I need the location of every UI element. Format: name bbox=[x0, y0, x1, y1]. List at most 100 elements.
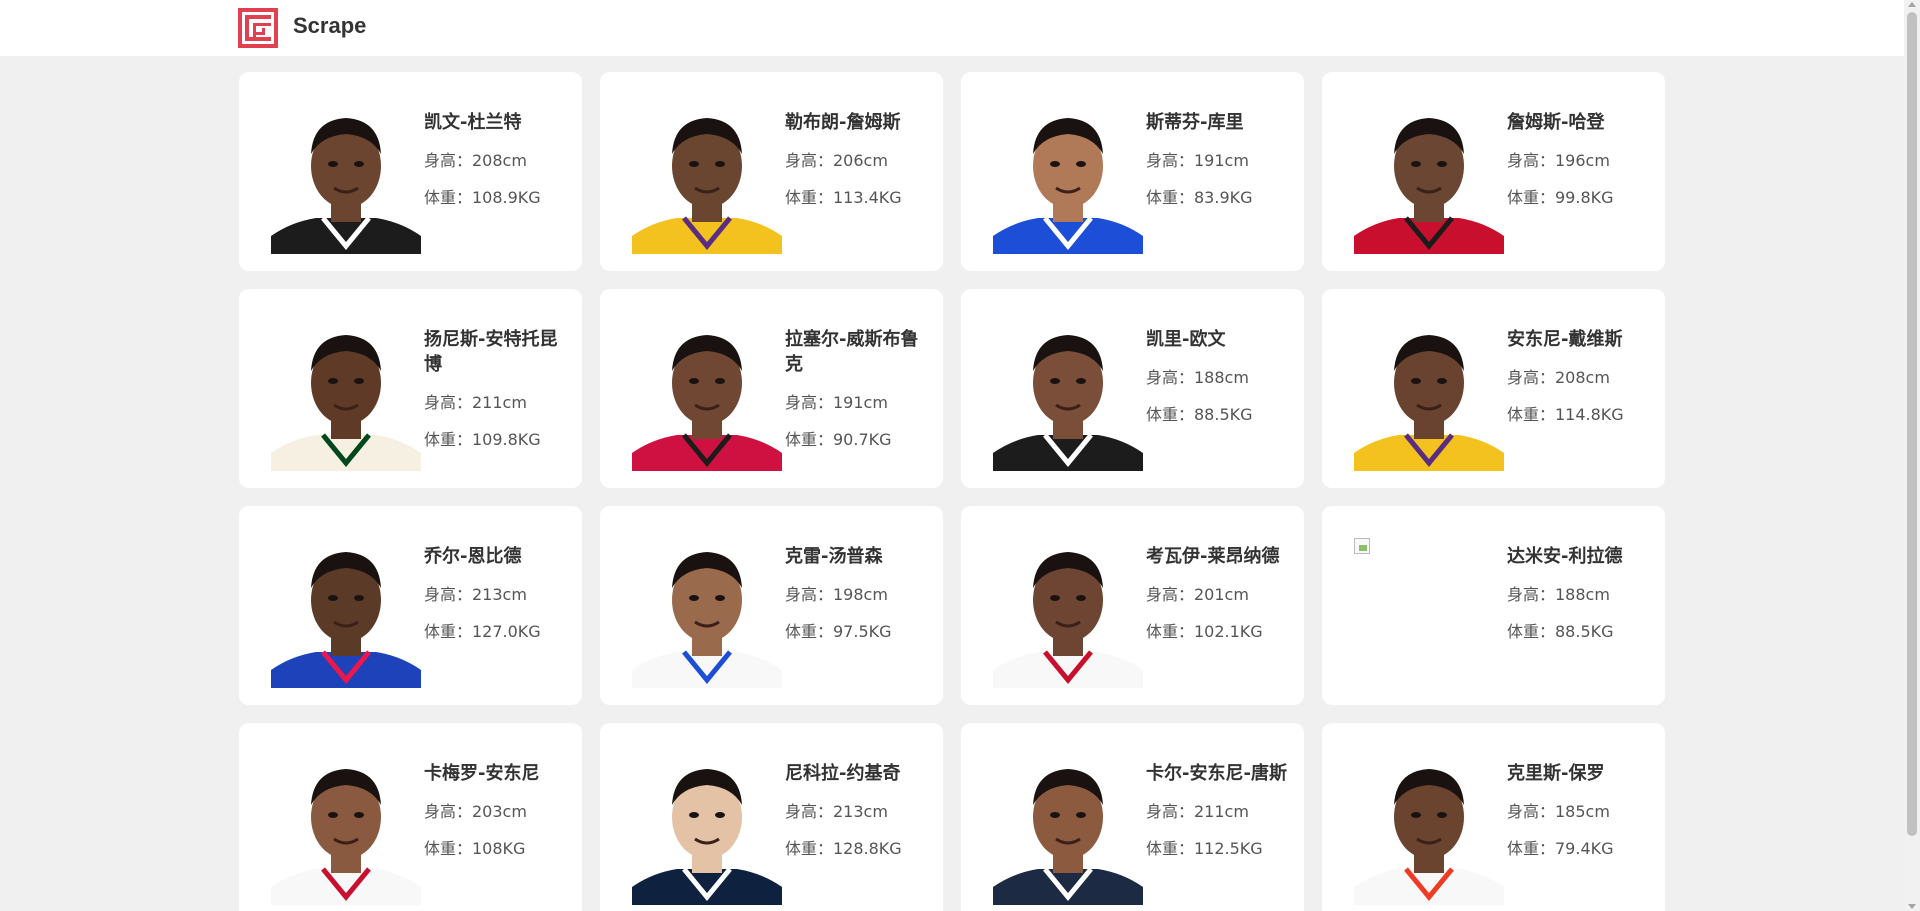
player-height: 身高：188cm bbox=[1507, 585, 1610, 604]
player-name[interactable]: 考瓦伊-莱昂纳德 bbox=[1146, 544, 1291, 569]
player-card[interactable]: 卡梅罗-安东尼身高：203cm 体重：108KG bbox=[239, 723, 582, 911]
player-height: 身高：213cm bbox=[424, 585, 527, 604]
player-weight: 体重：128.8KG bbox=[785, 839, 902, 858]
player-info: 凯文-杜兰特 身高：208cm 体重：108.9KG bbox=[424, 110, 569, 208]
player-name[interactable]: 凯里-欧文 bbox=[1146, 327, 1291, 352]
player-weight: 体重：112.5KG bbox=[1146, 839, 1263, 858]
player-name[interactable]: 凯文-杜兰特 bbox=[424, 110, 569, 135]
player-weight: 体重：114.8KG bbox=[1507, 405, 1624, 424]
player-name[interactable]: 克里斯-保罗 bbox=[1507, 761, 1652, 786]
player-info: 尼科拉-约基奇身高：213cm 体重：128.8KG bbox=[785, 761, 930, 859]
player-weight: 体重：83.9KG bbox=[1146, 188, 1253, 207]
player-height: 身高：206cm bbox=[785, 151, 888, 170]
player-name[interactable]: 乔尔-恩比德 bbox=[424, 544, 569, 569]
scroll-thumb[interactable] bbox=[1907, 12, 1917, 836]
player-info: 凯里-欧文身高：188cm 体重：88.5KG bbox=[1146, 327, 1291, 425]
player-height: 身高：203cm bbox=[424, 802, 527, 821]
player-info: 乔尔-恩比德身高：213cm 体重：127.0KG bbox=[424, 544, 569, 642]
player-height: 身高：211cm bbox=[424, 393, 527, 412]
player-photo bbox=[271, 755, 421, 905]
player-card[interactable]: 考瓦伊-莱昂纳德身高：201cm 体重：102.1KG bbox=[961, 506, 1304, 705]
scroll-down-icon[interactable] bbox=[1908, 904, 1916, 909]
scrape-logo-icon[interactable] bbox=[238, 8, 278, 48]
player-height: 身高：213cm bbox=[785, 802, 888, 821]
player-weight: 体重：108KG bbox=[424, 839, 526, 858]
player-name[interactable]: 克雷-汤普森 bbox=[785, 544, 930, 569]
player-height: 身高：201cm bbox=[1146, 585, 1249, 604]
player-height: 身高：208cm bbox=[1507, 368, 1610, 387]
scrollbar[interactable] bbox=[1904, 0, 1920, 911]
player-card[interactable]: 克雷-汤普森身高：198cm 体重：97.5KG bbox=[600, 506, 943, 705]
player-name[interactable]: 扬尼斯-安特托昆博 bbox=[424, 327, 569, 377]
player-name[interactable]: 卡梅罗-安东尼 bbox=[424, 761, 569, 786]
player-height: 身高：191cm bbox=[1146, 151, 1249, 170]
player-card[interactable]: 勒布朗-詹姆斯身高：206cm 体重：113.4KG bbox=[600, 72, 943, 271]
player-height: 身高：208cm bbox=[424, 151, 527, 170]
player-info: 扬尼斯-安特托昆博身高：211cm 体重：109.8KG bbox=[424, 327, 569, 450]
player-photo bbox=[271, 104, 421, 254]
player-height: 身高：188cm bbox=[1146, 368, 1249, 387]
player-info: 达米安-利拉德身高：188cm 体重：88.5KG bbox=[1507, 544, 1652, 642]
player-name[interactable]: 拉塞尔-威斯布鲁克 bbox=[785, 327, 930, 377]
player-photo bbox=[993, 538, 1143, 688]
player-height: 身高：185cm bbox=[1507, 802, 1610, 821]
player-weight: 体重：127.0KG bbox=[424, 622, 541, 641]
player-weight: 体重：79.4KG bbox=[1507, 839, 1614, 858]
player-info: 克雷-汤普森身高：198cm 体重：97.5KG bbox=[785, 544, 930, 642]
player-name[interactable]: 卡尔-安东尼-唐斯 bbox=[1146, 761, 1291, 786]
player-photo bbox=[632, 104, 782, 254]
player-card[interactable]: 凯文-杜兰特 身高：208cm 体重：108.9KG bbox=[239, 72, 582, 271]
player-height: 身高：196cm bbox=[1507, 151, 1610, 170]
player-photo bbox=[993, 755, 1143, 905]
player-weight: 体重：113.4KG bbox=[785, 188, 902, 207]
scroll-up-icon[interactable] bbox=[1908, 2, 1916, 7]
player-card[interactable]: 凯里-欧文身高：188cm 体重：88.5KG bbox=[961, 289, 1304, 488]
player-card[interactable]: 斯蒂芬-库里身高：191cm 体重：83.9KG bbox=[961, 72, 1304, 271]
player-card[interactable]: 乔尔-恩比德身高：213cm 体重：127.0KG bbox=[239, 506, 582, 705]
player-photo bbox=[632, 321, 782, 471]
player-info: 詹姆斯-哈登身高：196cm 体重：99.8KG bbox=[1507, 110, 1652, 208]
player-card[interactable]: 克里斯-保罗身高：185cm 体重：79.4KG bbox=[1322, 723, 1665, 911]
player-photo bbox=[993, 104, 1143, 254]
player-card[interactable]: 安东尼-戴维斯身高：208cm 体重：114.8KG bbox=[1322, 289, 1665, 488]
player-card[interactable]: 达米安-利拉德身高：188cm 体重：88.5KG bbox=[1322, 506, 1665, 705]
player-weight: 体重：99.8KG bbox=[1507, 188, 1614, 207]
site-header: Scrape bbox=[0, 0, 1904, 56]
player-photo bbox=[271, 538, 421, 688]
brand-title[interactable]: Scrape bbox=[293, 13, 366, 39]
player-weight: 体重：102.1KG bbox=[1146, 622, 1263, 641]
player-photo bbox=[1354, 321, 1504, 471]
player-grid: 凯文-杜兰特 身高：208cm 体重：108.9KG 勒布朗-詹姆斯 身高：206cm 体… bbox=[239, 72, 1665, 911]
player-card[interactable]: 尼科拉-约基奇身高：213cm 体重：128.8KG bbox=[600, 723, 943, 911]
player-photo bbox=[632, 755, 782, 905]
player-card[interactable]: 扬尼斯-安特托昆博身高：211cm 体重：109.8KG bbox=[239, 289, 582, 488]
player-name[interactable]: 詹姆斯-哈登 bbox=[1507, 110, 1652, 135]
player-name[interactable]: 达米安-利拉德 bbox=[1507, 544, 1652, 569]
player-info: 考瓦伊-莱昂纳德身高：201cm 体重：102.1KG bbox=[1146, 544, 1291, 642]
player-weight: 体重：90.7KG bbox=[785, 430, 892, 449]
player-info: 卡梅罗-安东尼身高：203cm 体重：108KG bbox=[424, 761, 569, 859]
player-weight: 体重：88.5KG bbox=[1146, 405, 1253, 424]
player-name[interactable]: 勒布朗-詹姆斯 bbox=[785, 110, 930, 135]
player-info: 克里斯-保罗身高：185cm 体重：79.4KG bbox=[1507, 761, 1652, 859]
player-photo bbox=[993, 321, 1143, 471]
player-name[interactable]: 尼科拉-约基奇 bbox=[785, 761, 930, 786]
player-name[interactable]: 斯蒂芬-库里 bbox=[1146, 110, 1291, 135]
player-height: 身高：198cm bbox=[785, 585, 888, 604]
player-height: 身高：191cm bbox=[785, 393, 888, 412]
player-info: 卡尔-安东尼-唐斯 身高：211cm 体重：112.5KG bbox=[1146, 761, 1291, 859]
broken-image-icon bbox=[1354, 538, 1370, 554]
player-photo bbox=[271, 321, 421, 471]
player-photo bbox=[1354, 755, 1504, 905]
player-card[interactable]: 詹姆斯-哈登身高：196cm 体重：99.8KG bbox=[1322, 72, 1665, 271]
player-info: 斯蒂芬-库里身高：191cm 体重：83.9KG bbox=[1146, 110, 1291, 208]
player-info: 拉塞尔-威斯布鲁克身高：191cm 体重：90.7KG bbox=[785, 327, 930, 450]
player-photo bbox=[632, 538, 782, 688]
player-photo bbox=[1354, 104, 1504, 254]
player-weight: 体重：97.5KG bbox=[785, 622, 892, 641]
player-card[interactable]: 卡尔-安东尼-唐斯 身高：211cm 体重：112.5KG bbox=[961, 723, 1304, 911]
player-card[interactable]: 拉塞尔-威斯布鲁克身高：191cm 体重：90.7KG bbox=[600, 289, 943, 488]
player-weight: 体重：109.8KG bbox=[424, 430, 541, 449]
player-weight: 体重：88.5KG bbox=[1507, 622, 1614, 641]
player-name[interactable]: 安东尼-戴维斯 bbox=[1507, 327, 1652, 352]
